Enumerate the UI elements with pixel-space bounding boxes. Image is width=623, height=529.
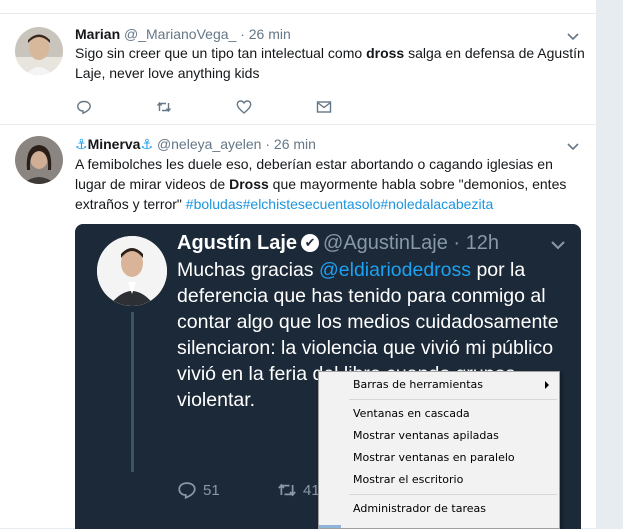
separator-dot: · (265, 136, 271, 152)
embedded-tweet-time: 12h (465, 232, 500, 254)
menu-item-show-desktop[interactable]: Mostrar el escritorio (319, 469, 559, 491)
avatar[interactable] (15, 136, 63, 184)
anchor-emoji: ⚓ (140, 136, 154, 152)
embedded-mention: @eldiariodedross (318, 259, 472, 281)
reply-count: 51 (203, 481, 220, 499)
thread-line (131, 312, 134, 472)
menu-separator (349, 399, 557, 400)
user-name[interactable]: Marian (75, 26, 120, 42)
tweet-time[interactable]: 26 min (249, 26, 291, 42)
menu-item-label: Ventanas en cascada (353, 407, 470, 420)
menu-item-label: Administrador de tareas (353, 502, 486, 515)
chevron-down-icon[interactable] (566, 30, 580, 44)
like-button[interactable] (236, 97, 316, 117)
reply-icon (178, 482, 196, 500)
taskbar-context-menu: Barras de herramientas Ventanas en casca… (318, 371, 560, 529)
user-name[interactable]: Minerva (88, 136, 141, 152)
embedded-reply: 51 (177, 480, 277, 500)
page-background (596, 0, 623, 529)
separator-dot: · (453, 232, 461, 254)
menu-separator (349, 494, 557, 495)
tweet-text-part: Sigo sin creer que un tipo tan intelectu… (75, 45, 367, 61)
embedded-avatar (97, 236, 167, 306)
retweet-button[interactable] (156, 97, 236, 117)
menu-item-toolbars[interactable]: Barras de herramientas (319, 374, 559, 396)
tweet-header: ⚓Minerva⚓ @neleya_ayelen · 26 min (75, 136, 316, 153)
tweet-text: Sigo sin creer que un tipo tan intelectu… (75, 43, 585, 83)
tweet-text-highlight: Dross (229, 176, 269, 192)
reply-button[interactable] (76, 97, 156, 117)
user-handle[interactable]: @neleya_ayelen (157, 136, 262, 152)
anchor-emoji: ⚓ (75, 136, 88, 152)
tweet-text-highlight: dross (366, 45, 405, 61)
menu-item-cascade-windows[interactable]: Ventanas en cascada (319, 403, 559, 425)
retweet-icon (156, 101, 172, 113)
envelope-icon (316, 101, 332, 113)
menu-item-label: Barras de herramientas (353, 378, 483, 391)
previous-tweet-edge (0, 0, 596, 14)
avatar[interactable] (15, 27, 63, 75)
embedded-user-handle: @AgustinLaje (323, 232, 448, 254)
menu-item-stacked-windows[interactable]: Mostrar ventanas apiladas (319, 425, 559, 447)
chevron-down-icon (551, 241, 565, 250)
retweet-icon (278, 483, 296, 497)
tweet[interactable]: Marian @_MarianoVega_ · 26 min Sigo sin … (0, 14, 596, 125)
verified-icon: ✔ (301, 234, 320, 252)
user-handle[interactable]: @_MarianoVega_ (124, 26, 236, 42)
menu-item-label: Mostrar ventanas apiladas (353, 429, 499, 442)
reply-icon (77, 100, 91, 115)
heart-icon (236, 100, 252, 114)
embedded-text-part: Muchas gracias (177, 259, 319, 281)
menu-item-task-manager[interactable]: Administrador de tareas (319, 498, 559, 520)
separator-dot: · (240, 26, 245, 42)
hashtag-link[interactable]: #elchistesecuentasolo (243, 196, 381, 212)
menu-item-label: Mostrar ventanas en paralelo (353, 451, 515, 464)
embedded-tweet-header: Agustín Laje ✔ @AgustinLaje · 12h (177, 232, 499, 255)
chevron-down-icon[interactable] (566, 140, 580, 154)
tweet-text: A femibolches les duele eso, deberían es… (75, 154, 585, 214)
tweet-time[interactable]: 26 min (274, 136, 316, 152)
tweet-actions (76, 97, 396, 117)
direct-message-button[interactable] (316, 97, 396, 117)
menu-item-label: Mostrar el escritorio (353, 473, 464, 486)
menu-focus-indicator (319, 525, 341, 528)
hashtag-link[interactable]: #boludas (186, 196, 243, 212)
hashtag-link[interactable]: #noledalacabezita (380, 196, 493, 212)
embedded-user-name: Agustín Laje (177, 232, 298, 254)
submenu-arrow-icon (545, 381, 549, 389)
menu-item-side-by-side-windows[interactable]: Mostrar ventanas en paralelo (319, 447, 559, 469)
tweet-header: Marian @_MarianoVega_ · 26 min (75, 26, 291, 42)
